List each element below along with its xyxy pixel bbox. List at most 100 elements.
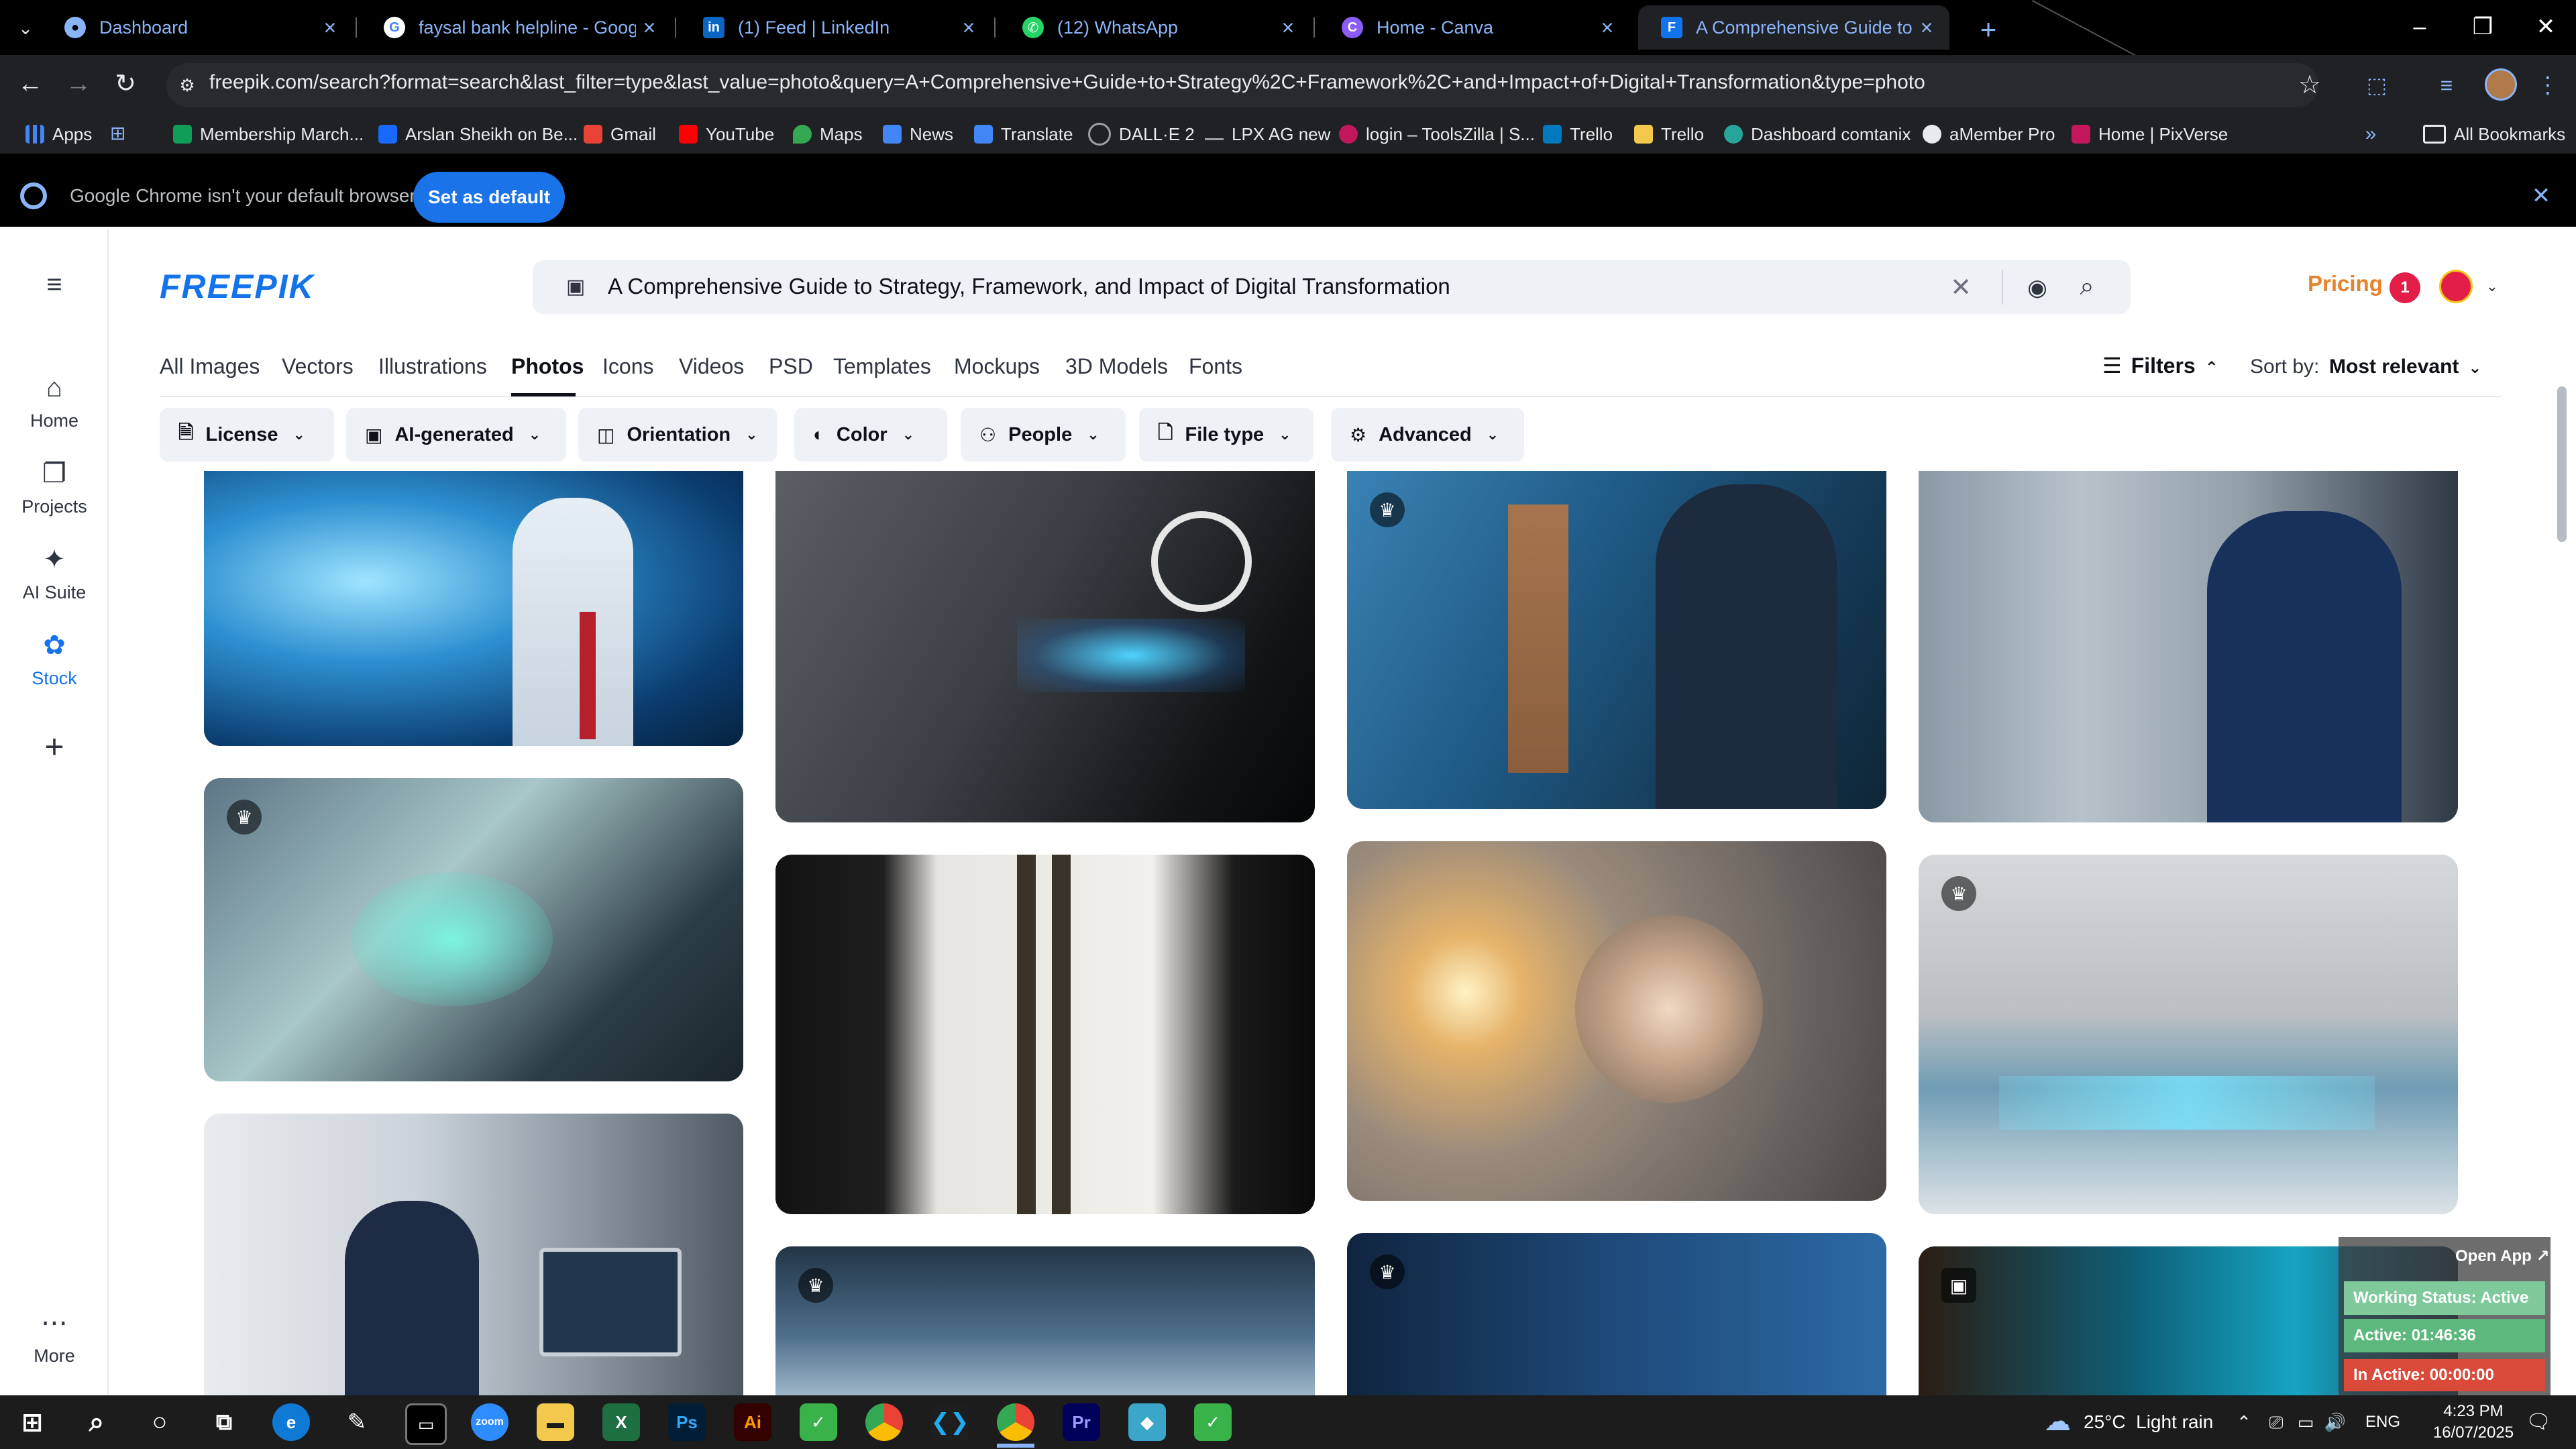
chrome-icon[interactable] xyxy=(865,1403,903,1441)
new-tab-button[interactable]: + xyxy=(1970,11,2007,48)
filter-color[interactable]: ◐ Color ⌄ xyxy=(794,408,947,462)
tab-icons[interactable]: Icons xyxy=(602,354,653,379)
photo-result[interactable]: ♛ xyxy=(775,1246,1315,1395)
image-type-icon[interactable]: ▣ xyxy=(562,275,589,299)
illustrator-icon[interactable]: Ai xyxy=(734,1403,771,1441)
site-info-icon[interactable]: ⚙ xyxy=(176,74,199,97)
photoshop-icon[interactable]: Ps xyxy=(668,1403,706,1441)
reload-button[interactable]: ↻ xyxy=(109,67,142,101)
close-icon[interactable]: × xyxy=(955,15,982,40)
tab-groups-icon[interactable]: ⊞ xyxy=(110,122,133,145)
camtasia-icon[interactable]: ✓ xyxy=(1194,1403,1232,1441)
all-bookmarks-button[interactable]: All Bookmarks xyxy=(2423,121,2565,148)
set-as-default-button[interactable]: Set as default xyxy=(413,172,565,223)
browser-tab[interactable]: G faysal bank helpline - Google S × xyxy=(361,5,672,50)
close-icon[interactable]: × xyxy=(636,15,663,40)
photo-result[interactable] xyxy=(1919,471,2458,822)
filters-toggle[interactable]: ☰ Filters ⌃ xyxy=(2102,353,2218,378)
profile-avatar[interactable] xyxy=(2485,68,2517,101)
close-icon[interactable]: × xyxy=(1275,15,1301,40)
close-icon[interactable]: × xyxy=(1594,15,1621,40)
bookmark-item[interactable]: Gmail xyxy=(584,121,656,148)
pen-icon[interactable]: ✎ xyxy=(338,1403,376,1441)
tab-3d-models[interactable]: 3D Models xyxy=(1065,354,1168,379)
file-explorer-icon[interactable]: ▬ xyxy=(537,1403,574,1441)
browser-tab[interactable]: ● Dashboard × xyxy=(42,5,353,50)
network-icon[interactable]: ▭ xyxy=(2294,1409,2317,1436)
bookmark-item[interactable]: Trello xyxy=(1543,121,1613,148)
chrome-menu-icon[interactable]: ⋮ xyxy=(2534,70,2561,101)
photo-result[interactable] xyxy=(204,1114,743,1395)
browser-tab[interactable]: in (1) Feed | LinkedIn × xyxy=(680,5,991,50)
bookmark-item[interactable]: News xyxy=(883,121,953,148)
zoom-icon[interactable]: zoom xyxy=(471,1403,508,1441)
tab-all-images[interactable]: All Images xyxy=(160,354,260,379)
chevron-double-right-icon[interactable]: » xyxy=(2357,121,2384,148)
chrome-active-icon[interactable] xyxy=(997,1403,1034,1441)
tab-psd[interactable]: PSD xyxy=(769,354,813,379)
terminal-icon[interactable]: ▭ xyxy=(405,1403,447,1445)
bookmark-item[interactable]: Translate xyxy=(974,121,1073,148)
tab-videos[interactable]: Videos xyxy=(679,354,744,379)
filter-ai-generated[interactable]: ▣ AI-generated ⌄ xyxy=(346,408,566,462)
filter-license[interactable]: 🗎 License ⌄ xyxy=(160,408,334,462)
excel-icon[interactable]: X xyxy=(602,1403,640,1441)
sidebar-item-projects[interactable]: ❐ Projects xyxy=(0,459,109,517)
volume-icon[interactable]: 🔊 xyxy=(2324,1409,2347,1436)
sidebar-item-stock[interactable]: ✿ Stock xyxy=(0,631,109,689)
photo-result[interactable] xyxy=(1347,841,1886,1201)
bookmark-item[interactable]: LPX AG new xyxy=(1205,121,1330,148)
bookmark-item[interactable]: Arslan Sheikh on Be... xyxy=(378,121,578,148)
filter-advanced[interactable]: ⚙ Advanced ⌄ xyxy=(1331,408,1524,462)
pricing-link[interactable]: Pricing xyxy=(2308,271,2383,297)
edge-icon[interactable]: e xyxy=(272,1403,310,1441)
chevron-up-icon[interactable]: ⌃ xyxy=(2234,1409,2254,1436)
language-indicator[interactable]: ENG xyxy=(2365,1413,2400,1432)
photo-result[interactable]: ♛ xyxy=(204,778,743,1081)
minimize-button[interactable]: – xyxy=(2390,7,2450,47)
tab-templates[interactable]: Templates xyxy=(833,354,931,379)
clock-date[interactable]: 16/07/2025 xyxy=(2424,1424,2522,1442)
tab-vectors[interactable]: Vectors xyxy=(282,354,354,379)
sidebar-item-home[interactable]: ⌂ Home xyxy=(0,373,109,431)
clock-time[interactable]: 4:23 PM xyxy=(2424,1402,2522,1421)
page-scrollbar[interactable] xyxy=(2557,386,2567,542)
bookmark-item[interactable]: aMember Pro xyxy=(1923,121,2055,148)
camera-search-icon[interactable]: ◉ xyxy=(2022,272,2053,303)
close-icon[interactable]: × xyxy=(317,15,343,40)
close-icon[interactable]: × xyxy=(1913,15,1940,40)
browser-tab[interactable]: C Home - Canva × xyxy=(1319,5,1630,50)
filter-file-type[interactable]: 🗋 File type ⌄ xyxy=(1139,408,1313,462)
notification-icon[interactable]: 1 xyxy=(2390,272,2420,303)
search-icon[interactable]: ⌕ xyxy=(78,1403,115,1441)
restore-button[interactable]: ❐ xyxy=(2453,7,2513,47)
url-text[interactable]: freepik.com/search?format=search&last_fi… xyxy=(209,71,1925,94)
bookmark-item[interactable]: Maps xyxy=(793,121,863,148)
bookmark-star-icon[interactable]: ☆ xyxy=(2294,70,2325,101)
bookmark-item[interactable]: DALL·E 2 xyxy=(1088,121,1195,148)
bookmark-item[interactable]: Dashboard comtanix xyxy=(1724,121,1911,148)
clear-search-icon[interactable]: ✕ xyxy=(1945,272,1976,303)
chevron-down-icon[interactable]: ⌄ xyxy=(2482,276,2502,297)
sort-select[interactable]: Most relevant ⌄ xyxy=(2329,356,2482,378)
sidebar-item-more[interactable]: ⋯ More xyxy=(0,1308,109,1366)
bookmark-item[interactable]: Membership March... xyxy=(173,121,364,148)
premiere-icon[interactable]: Pr xyxy=(1063,1403,1100,1441)
search-input[interactable]: A Comprehensive Guide to Strategy, Frame… xyxy=(608,274,1450,299)
notifications-icon[interactable]: 🗨 xyxy=(2524,1407,2553,1437)
tab-search-icon[interactable]: ⌄ xyxy=(12,15,39,42)
media-icon[interactable]: ≡ xyxy=(2431,70,2462,101)
bookmark-item[interactable]: login – ToolsZilla | S... xyxy=(1339,121,1535,148)
photo-result[interactable]: ♛ xyxy=(1347,1233,1886,1395)
tab-photos[interactable]: Photos xyxy=(511,354,584,379)
camtasia-icon[interactable]: ✓ xyxy=(800,1403,837,1441)
sidebar-item-ai-suite[interactable]: ✦ AI Suite xyxy=(0,545,109,603)
user-avatar[interactable] xyxy=(2439,270,2473,303)
weather-icon[interactable]: ☁ xyxy=(2041,1405,2074,1438)
photo-result[interactable]: ♛ xyxy=(1919,855,2458,1214)
photo-result[interactable]: ♛ xyxy=(1347,471,1886,809)
windows-start-icon[interactable]: ⊞ xyxy=(13,1403,51,1441)
open-app-link[interactable]: Open App ↗ xyxy=(2455,1246,2550,1266)
forward-button[interactable]: → xyxy=(62,67,95,101)
photo-result[interactable] xyxy=(204,471,743,746)
